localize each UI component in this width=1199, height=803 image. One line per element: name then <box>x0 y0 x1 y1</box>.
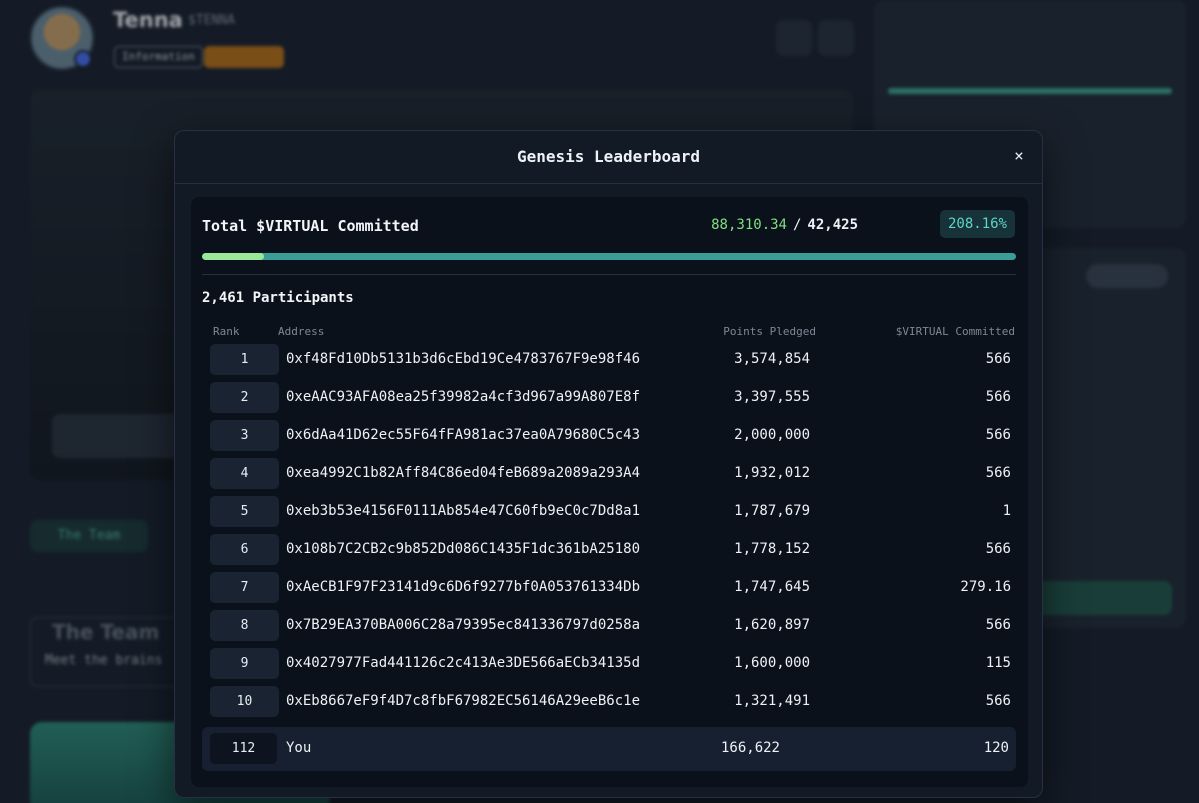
total-committed-values: 88,310.34 / 42,425 <box>711 217 858 233</box>
virtual-cell: 566 <box>985 351 1011 367</box>
table-row: 2 0xeAAC93AFA08ea25f39982a4cf3d967a99A80… <box>191 382 1028 420</box>
column-header-virtual: $VIRTUAL Committed <box>895 325 1015 338</box>
table-row: 4 0xea4992C1b82Aff84C86ed04feB689a2089a2… <box>191 458 1028 496</box>
points-cell: 1,620,897 <box>734 617 810 633</box>
virtual-cell: 279.16 <box>960 579 1011 595</box>
address-cell[interactable]: 0xea4992C1b82Aff84C86ed04feB689a2089a293… <box>286 465 640 481</box>
address-cell[interactable]: 0xAeCB1F97F23141d9c6D6f9277bf0A053761334… <box>286 579 640 595</box>
points-cell: 2,000,000 <box>734 427 810 443</box>
leaderboard-panel: Total $VIRTUAL Committed 88,310.34 / 42,42… <box>191 197 1028 787</box>
points-cell: 3,397,555 <box>734 389 810 405</box>
column-header-rank: Rank <box>213 325 240 338</box>
table-row: 5 0xeb3b53e4156F0111Ab854e47C60fb9eC0c7D… <box>191 496 1028 534</box>
virtual-cell: 115 <box>985 655 1011 671</box>
points-cell: 1,787,679 <box>734 503 810 519</box>
points-cell: 1,321,491 <box>734 693 810 709</box>
rank-cell: 7 <box>210 572 279 603</box>
rank-cell: 5 <box>210 496 279 527</box>
percent-badge: 208.16% <box>939 210 1015 238</box>
column-header-points: Points Pledged <box>723 325 816 338</box>
total-committed-amount: 88,310.34 <box>711 217 787 233</box>
table-row: 8 0x7B29EA370BA006C28a79395ec841336797d0… <box>191 610 1028 648</box>
points-cell: 1,778,152 <box>734 541 810 557</box>
your-virtual-cell: 120 <box>983 740 1009 756</box>
leaderboard-modal: Genesis Leaderboard × Total $VIRTUAL Com… <box>174 130 1043 798</box>
address-cell[interactable]: 0x4027977Fad441126c2c413Ae3DE566aECb3413… <box>286 655 640 671</box>
total-separator: / <box>792 217 802 233</box>
virtual-cell: 566 <box>985 389 1011 405</box>
points-cell: 3,574,854 <box>734 351 810 367</box>
rank-cell: 6 <box>210 534 279 565</box>
rank-cell: 1 <box>210 344 279 375</box>
address-cell[interactable]: 0x108b7C2CB2c9b852Dd086C1435F1dc361bA251… <box>286 541 640 557</box>
rank-cell: 3 <box>210 420 279 451</box>
modal-title: Genesis Leaderboard <box>516 147 701 166</box>
total-target-amount: 42,425 <box>807 217 858 233</box>
rank-cell: 10 <box>210 686 279 717</box>
virtual-cell: 566 <box>985 693 1011 709</box>
column-header-address: Address <box>278 325 325 338</box>
address-cell[interactable]: 0xEb8667eF9f4D7c8fbF67982EC56146A29eeB6c… <box>286 693 640 709</box>
divider <box>202 274 1016 275</box>
commit-progress-bar <box>202 253 1016 260</box>
points-cell: 1,932,012 <box>734 465 810 481</box>
table-row: 3 0x6dAa41D62ec55F64fFA981ac37ea0A79680C… <box>191 420 1028 458</box>
virtual-cell: 566 <box>985 541 1011 557</box>
address-cell[interactable]: 0xf48Fd10Db5131b3d6cEbd19Ce4783767F9e98f… <box>286 351 640 367</box>
address-cell[interactable]: 0xeb3b53e4156F0111Ab854e47C60fb9eC0c7Dd8… <box>286 503 640 519</box>
virtual-cell: 566 <box>985 427 1011 443</box>
your-points-cell: 166,622 <box>720 740 780 756</box>
rank-cell: 2 <box>210 382 279 413</box>
rank-cell: 8 <box>210 610 279 641</box>
rank-cell: 4 <box>210 458 279 489</box>
points-cell: 1,600,000 <box>734 655 810 671</box>
table-row: 9 0x4027977Fad441126c2c413Ae3DE566aECb34… <box>191 648 1028 686</box>
points-cell: 1,747,645 <box>734 579 810 595</box>
virtual-cell: 566 <box>985 465 1011 481</box>
table-row: 6 0x108b7C2CB2c9b852Dd086C1435F1dc361bA2… <box>191 534 1028 572</box>
your-rank-row: 112 You 166,622 120 <box>202 727 1016 771</box>
modal-header: Genesis Leaderboard × <box>175 131 1042 184</box>
rank-cell: 9 <box>210 648 279 679</box>
table-row: 1 0xf48Fd10Db5131b3d6cEbd19Ce4783767F9e9… <box>191 344 1028 382</box>
your-label: You <box>286 740 312 756</box>
your-rank-cell: 112 <box>210 733 277 764</box>
virtual-cell: 1 <box>1002 503 1011 519</box>
address-cell[interactable]: 0x7B29EA370BA006C28a79395ec841336797d025… <box>286 617 640 633</box>
participants-count: 2,461 Participants <box>202 290 354 306</box>
table-row: 10 0xEb8667eF9f4D7c8fbF67982EC56146A29ee… <box>191 686 1028 724</box>
address-cell[interactable]: 0xeAAC93AFA08ea25f39982a4cf3d967a99A807E… <box>286 389 640 405</box>
commit-progress-fill <box>202 253 265 260</box>
table-row: 7 0xAeCB1F97F23141d9c6D6f9277bf0A0537613… <box>191 572 1028 610</box>
address-cell[interactable]: 0x6dAa41D62ec55F64fFA981ac37ea0A79680C5c… <box>286 427 640 443</box>
virtual-cell: 566 <box>985 617 1011 633</box>
total-committed-label: Total $VIRTUAL Committed <box>202 217 419 235</box>
close-icon[interactable]: × <box>1008 145 1030 167</box>
